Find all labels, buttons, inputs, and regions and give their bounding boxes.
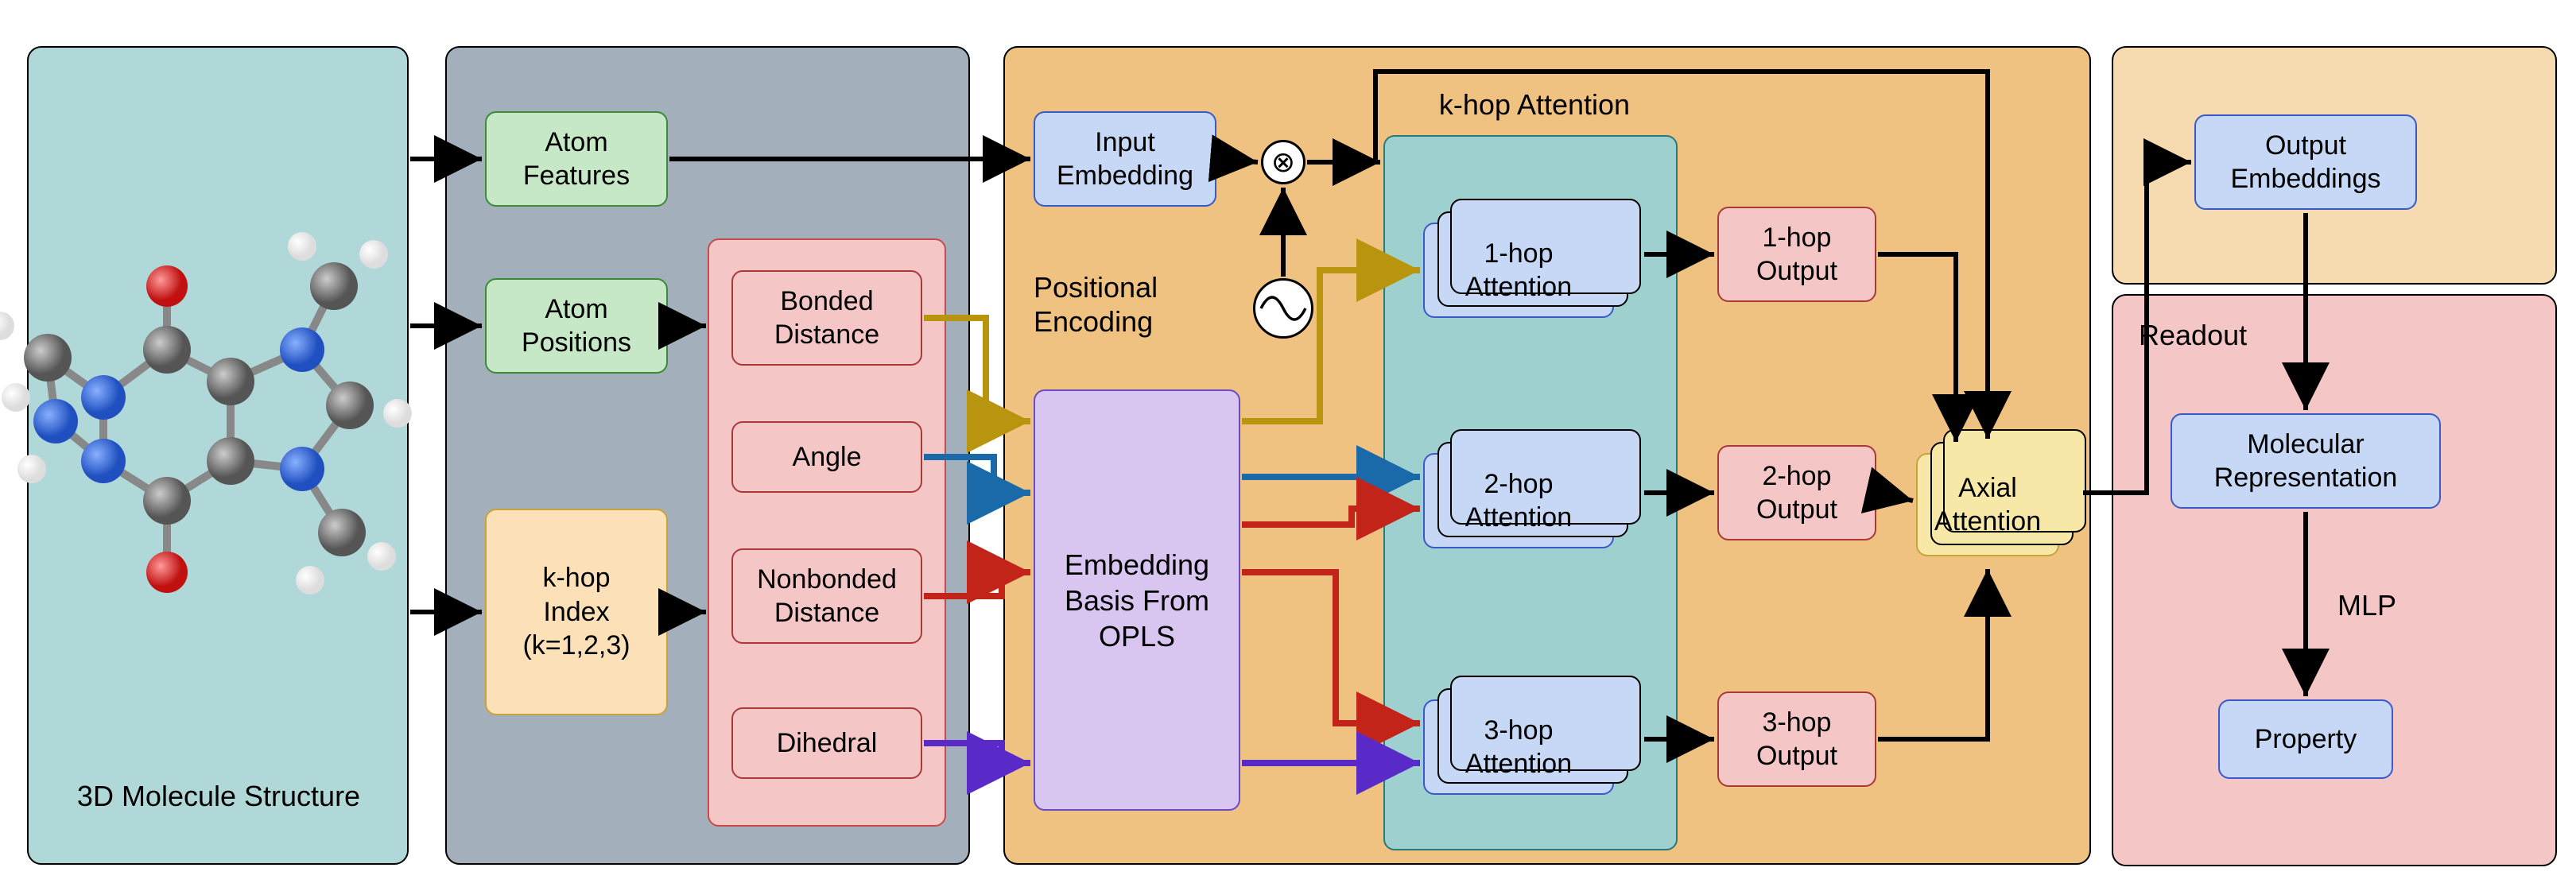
box-3hop-output: 3-hop Output: [1717, 691, 1876, 787]
box-property: Property: [2218, 699, 2393, 779]
box-1hop-output: 1-hop Output: [1717, 207, 1876, 302]
box-output-embeddings: Output Embeddings: [2194, 114, 2417, 210]
title-khop: k-hop Attention: [1415, 87, 1654, 122]
box-1hop-attention: 1-hop Attention: [1423, 223, 1614, 318]
box-dihedral: Dihedral: [731, 707, 922, 779]
sine-icon: [1253, 278, 1313, 339]
box-input-embedding: Input Embedding: [1034, 111, 1216, 207]
box-3hop-attention: 3-hop Attention: [1423, 699, 1614, 795]
tensor-product-icon: ⊗: [1261, 140, 1305, 184]
box-bonded-distance: Bonded Distance: [731, 270, 922, 366]
box-angle: Angle: [731, 421, 922, 493]
panel-molecule: [27, 46, 409, 865]
panel-readout: [2112, 294, 2557, 866]
box-atom-features: Atom Features: [485, 111, 668, 207]
label-mlp: MLP: [2337, 588, 2396, 622]
box-2hop-output: 2-hop Output: [1717, 445, 1876, 540]
box-molecular-rep: Molecular Representation: [2171, 413, 2441, 509]
title-molecule: 3D Molecule Structure: [48, 779, 390, 813]
title-readout: Readout: [2139, 318, 2247, 352]
box-embedding-basis: Embedding Basis From OPLS: [1034, 389, 1240, 811]
box-khop-index: k-hop Index (k=1,2,3): [485, 509, 668, 715]
box-atom-positions: Atom Positions: [485, 278, 668, 374]
box-2hop-attention: 2-hop Attention: [1423, 453, 1614, 548]
label-posenc: Positional Encoding: [1034, 270, 1232, 339]
box-axial-attention: Axial Attention: [1916, 453, 2059, 556]
box-nonbonded-distance: Nonbonded Distance: [731, 548, 922, 644]
